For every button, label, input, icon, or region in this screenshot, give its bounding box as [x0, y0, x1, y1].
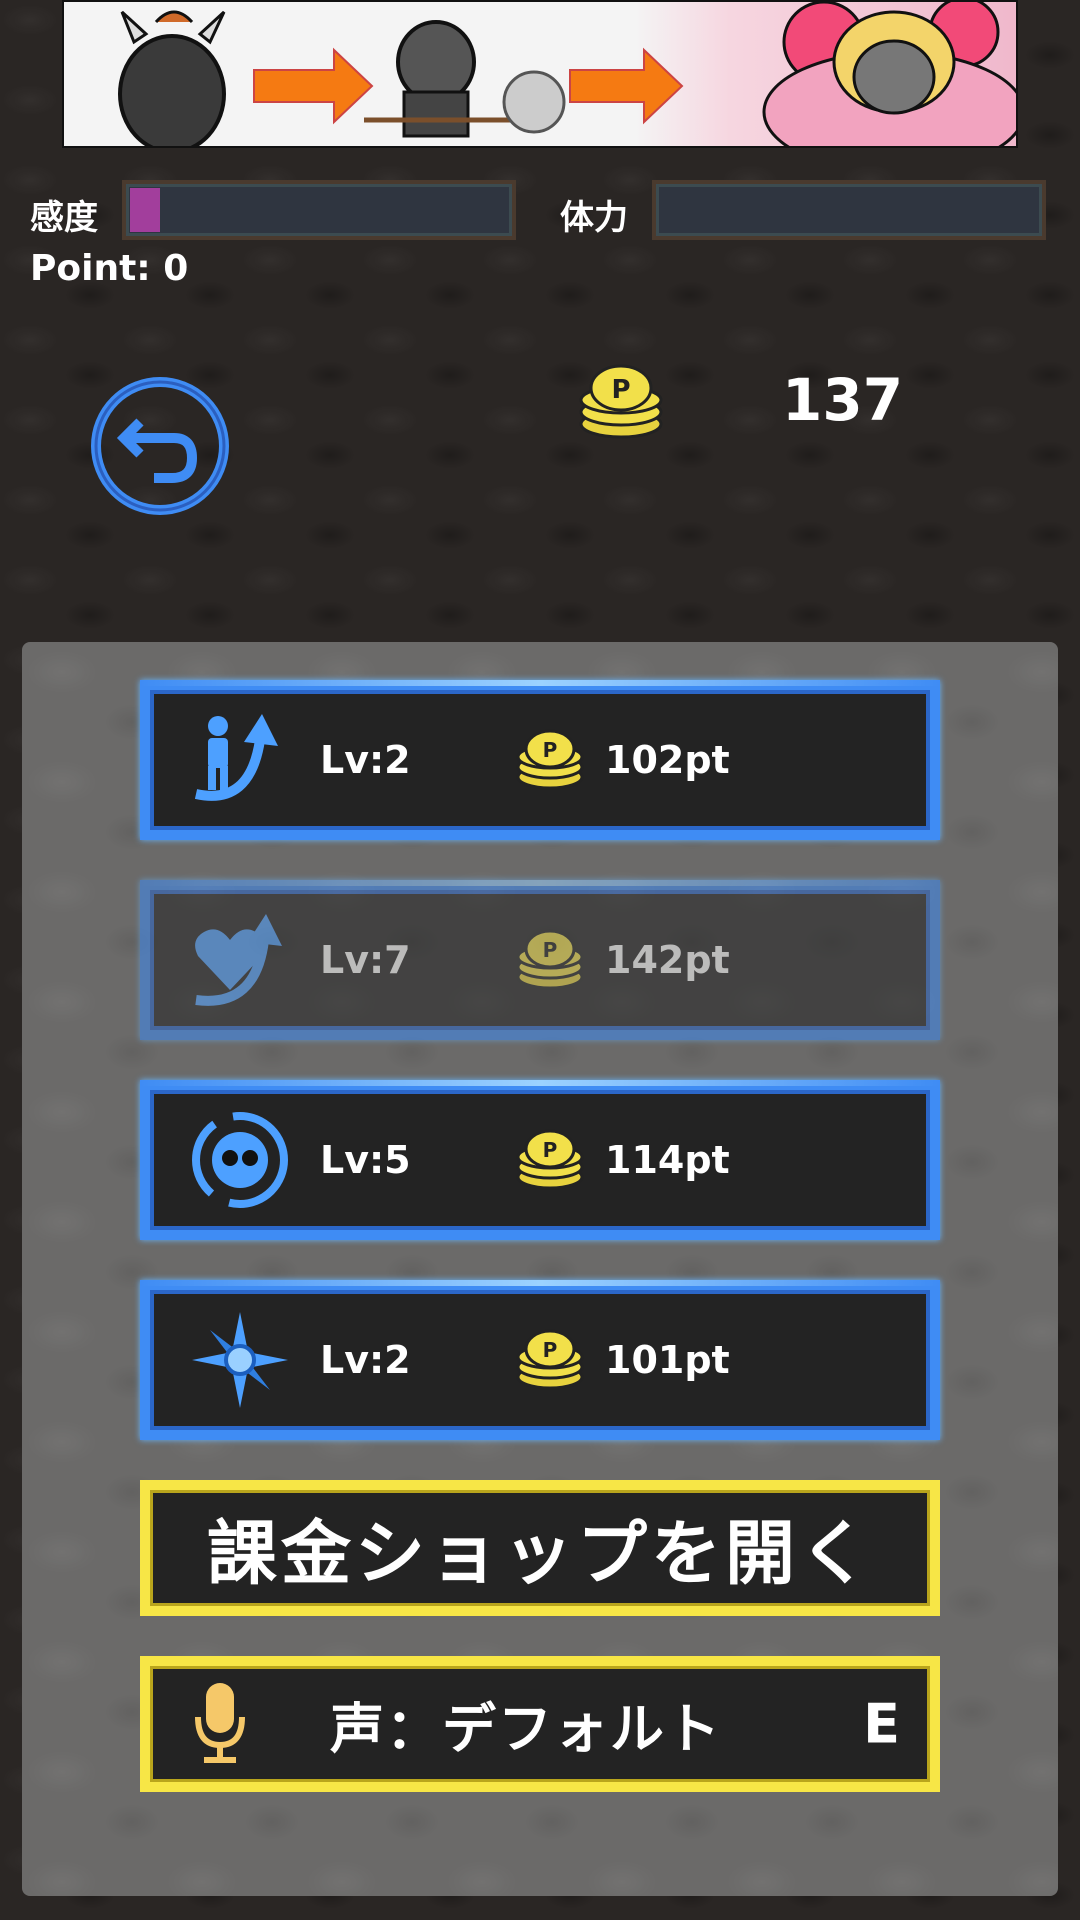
points-readout: Point: 0 — [30, 248, 189, 289]
banner-illustration — [118, 2, 1016, 146]
voice-select-button[interactable]: 声：デフォルト E — [140, 1656, 940, 1792]
stamina-label: 体力 — [560, 198, 628, 238]
evolution-banner — [62, 0, 1018, 148]
upgrade-cost: 114pt — [605, 1138, 730, 1182]
back-button[interactable] — [88, 374, 232, 518]
swirl-face-icon — [192, 1112, 288, 1208]
upgrade-cost: 142pt — [605, 938, 730, 982]
upgrade-level: Lv:7 — [320, 938, 411, 982]
back-arrow-icon — [91, 377, 229, 515]
voice-label: 声：デフォルト — [330, 1697, 722, 1761]
svg-text:P: P — [543, 1338, 558, 1362]
coin-total: 137 — [782, 366, 904, 434]
open-shop-button[interactable]: 課金ショップを開く — [140, 1480, 940, 1616]
upgrade-button-3[interactable]: Lv:5 P 114pt — [140, 1080, 940, 1240]
heart-up-icon — [195, 914, 282, 1006]
upgrade-level: Lv:2 — [320, 1338, 411, 1382]
upgrade-level: Lv:2 — [320, 738, 411, 782]
svg-text:P: P — [543, 738, 558, 762]
svg-text:P: P — [543, 938, 558, 962]
upgrade-level: Lv:5 — [320, 1138, 411, 1182]
compass-star-icon — [192, 1312, 288, 1408]
voice-hotkey: E — [863, 1692, 900, 1756]
upgrade-button-4[interactable]: Lv:2 P 101pt — [140, 1280, 940, 1440]
upgrade-cost: 101pt — [605, 1338, 730, 1382]
upgrade-button-1[interactable]: Lv:2 P 102pt — [140, 680, 940, 840]
sensitivity-gauge-fill — [130, 188, 160, 232]
person-up-icon — [194, 714, 278, 801]
p-coin-stack-icon: P — [516, 1129, 584, 1190]
p-coin-stack-icon: P — [516, 929, 584, 990]
stamina-gauge — [652, 180, 1046, 240]
microphone-icon — [195, 1683, 245, 1763]
svg-text:P: P — [611, 375, 630, 405]
sensitivity-label: 感度 — [30, 198, 98, 238]
svg-text:P: P — [543, 1138, 558, 1162]
upgrade-button-2[interactable]: Lv:7 P 142pt — [140, 880, 940, 1040]
p-coin-stack-icon: P — [578, 364, 664, 444]
p-coin-stack-icon: P — [516, 729, 584, 790]
upgrade-cost: 102pt — [605, 738, 730, 782]
sensitivity-gauge — [122, 180, 516, 240]
open-shop-label: 課金ショップを開く — [207, 1512, 873, 1595]
p-coin-stack-icon: P — [516, 1329, 584, 1390]
